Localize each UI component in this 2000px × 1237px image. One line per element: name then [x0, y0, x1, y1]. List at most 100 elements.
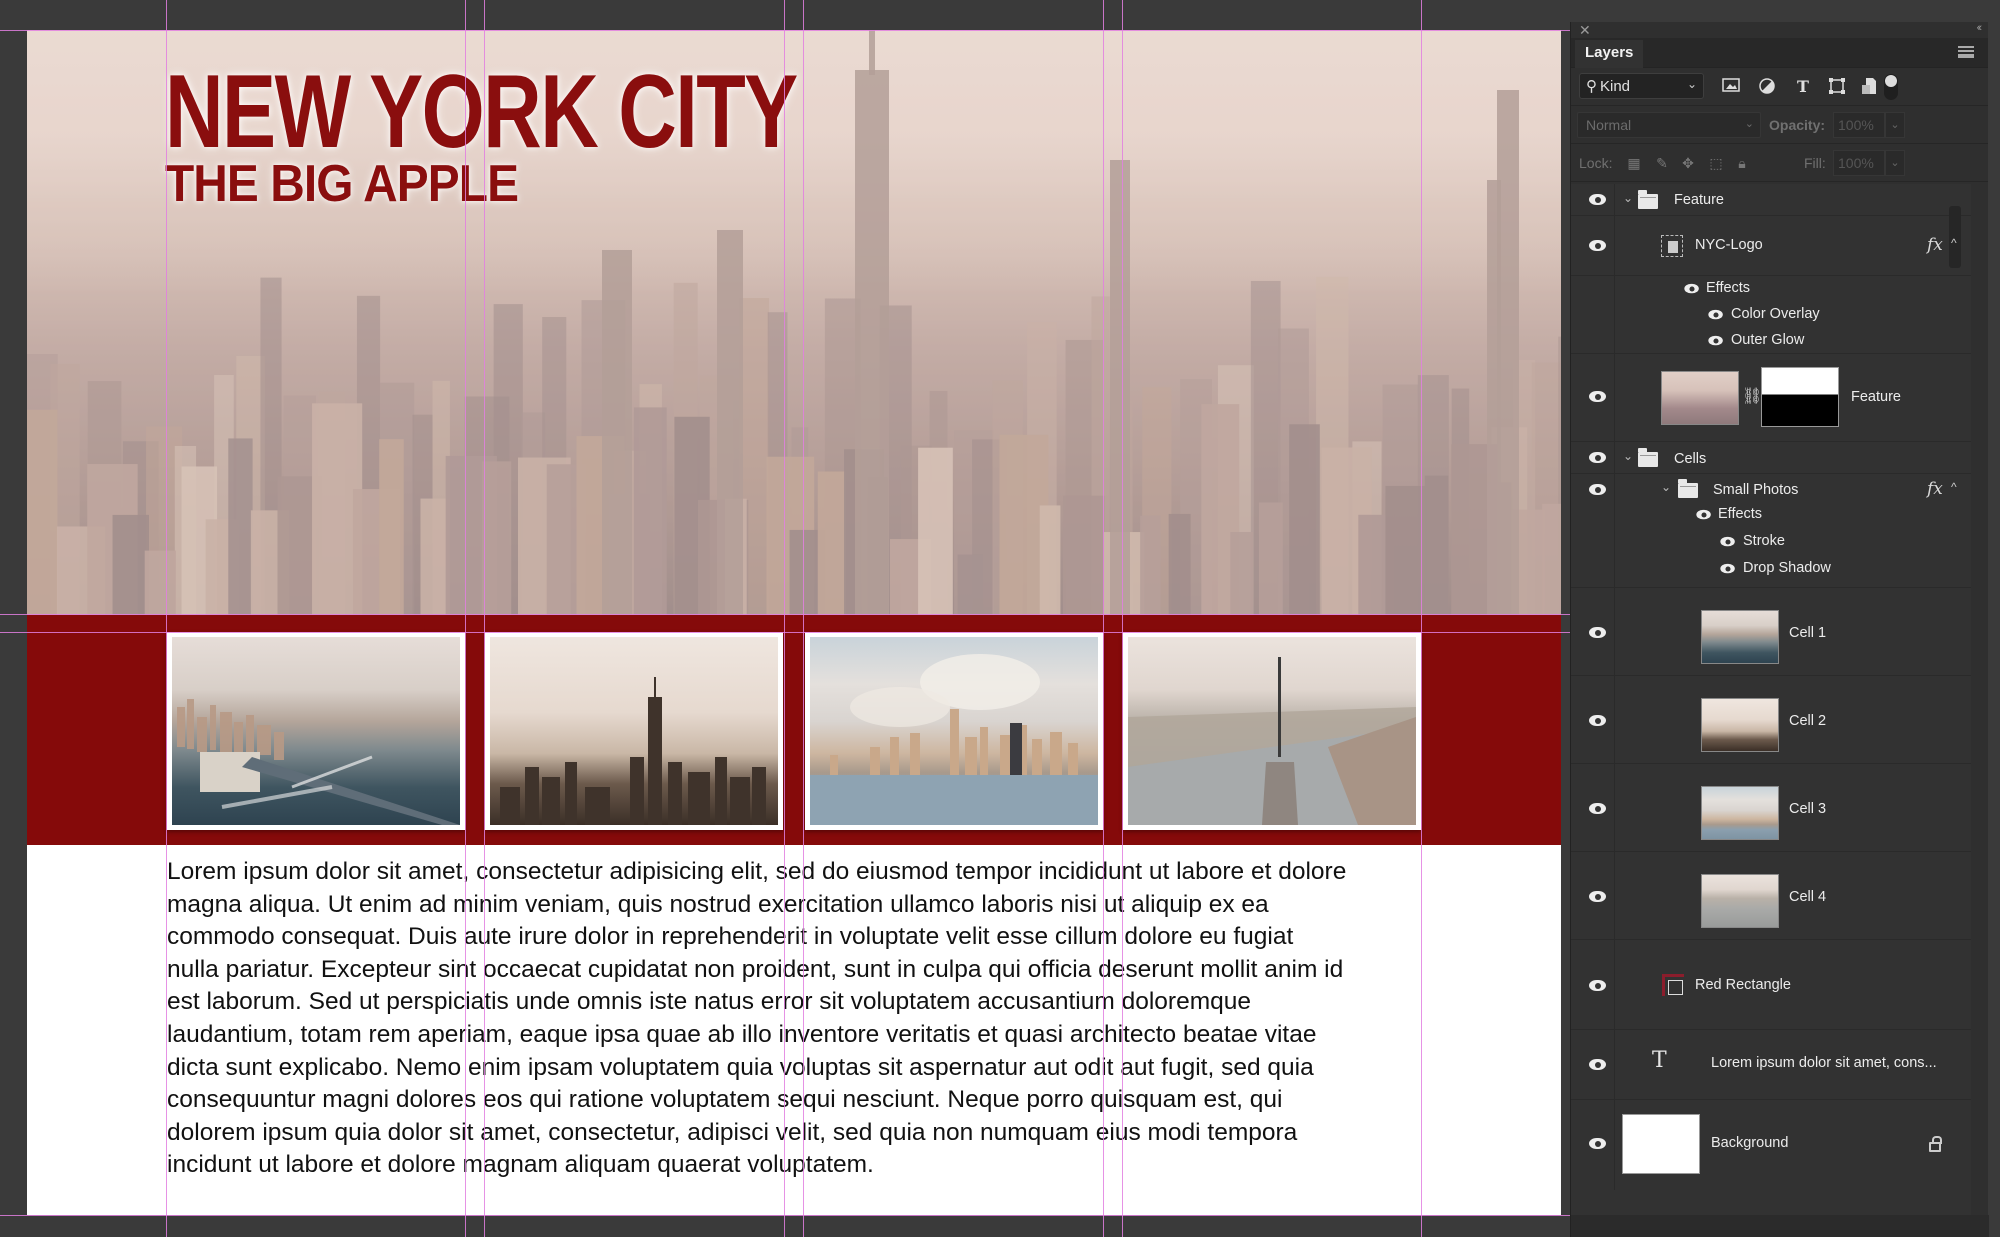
effect-stroke[interactable]: Stroke [1743, 533, 1785, 549]
guide-line [1122, 0, 1123, 1237]
image-filter-icon[interactable] [1721, 77, 1741, 97]
layer-row-cell-2[interactable]: Cell 2 [1571, 676, 1971, 764]
effects-label: Effects [1718, 506, 1763, 522]
layer-name: Red Rectangle [1695, 977, 1791, 993]
layer-effects-icon[interactable]: fx [1927, 235, 1943, 255]
cell-4-thumbnail [1701, 874, 1779, 928]
layer-name: NYC-Logo [1695, 237, 1763, 253]
visibility-eye-icon[interactable] [1587, 193, 1609, 207]
layer-row-cell-4[interactable]: Cell 4 [1571, 852, 1971, 940]
blend-mode-dropdown[interactable]: Normal ⌄ [1577, 112, 1761, 138]
mask-link-icon[interactable]: ⛓ [1742, 386, 1762, 406]
panel-tab-row: Layers [1571, 38, 1988, 68]
small-photos-effects: Effects Stroke Drop Shadow [1571, 506, 1971, 588]
outer-glow-eye-icon[interactable] [1707, 335, 1726, 347]
stroke-eye-icon[interactable] [1719, 536, 1738, 548]
layer-name: Cells [1674, 451, 1707, 467]
layer-effects-icon[interactable]: fx [1927, 479, 1943, 499]
close-panel-icon[interactable]: ✕ [1579, 22, 1591, 38]
lock-artboard-icon[interactable]: ⬚ [1707, 154, 1725, 172]
type-filter-icon[interactable]: T [1793, 77, 1813, 97]
layer-mask-thumbnail[interactable] [1761, 367, 1839, 427]
visibility-eye-icon[interactable] [1587, 451, 1609, 465]
visibility-eye-icon[interactable] [1587, 714, 1609, 728]
fill-input[interactable]: 100% [1833, 150, 1885, 176]
tab-layers[interactable]: Layers [1575, 40, 1644, 68]
visibility-column [1571, 276, 1615, 353]
expand-chevron-icon[interactable]: ⌄ [1661, 480, 1671, 494]
visibility-eye-icon[interactable] [1587, 390, 1609, 404]
brooklyn-bridge-photo [172, 637, 460, 825]
lock-image-pixels-icon[interactable]: ✎ [1653, 154, 1671, 172]
visibility-eye-icon[interactable] [1587, 626, 1609, 640]
layer-name: Cell 2 [1789, 713, 1827, 729]
collapse-effects-icon[interactable]: ^ [1951, 236, 1957, 250]
smart-object-filter-icon[interactable] [1859, 77, 1879, 97]
guide-line [0, 614, 1570, 615]
cell-2-thumbnail [1701, 698, 1779, 752]
feature-hero-image: NEW YORK CITY THE BIG APPLE [27, 30, 1561, 615]
lock-position-icon[interactable]: ✥ [1679, 154, 1697, 172]
layer-row-cells-group[interactable]: ⌄ Cells [1571, 442, 1971, 474]
fill-dropdown-button[interactable]: ⌄ [1885, 150, 1905, 176]
layer-row-small-photos-group[interactable]: ⌄ Small Photos fx ^ [1571, 474, 1971, 506]
filter-kind-dropdown[interactable]: ⚲ Kind ⌄ [1579, 73, 1704, 99]
cell-3-illustration [810, 654, 1098, 825]
layer-row-feature-group[interactable]: ⌄ Feature [1571, 184, 1971, 216]
effects-visibility-eye-icon[interactable] [1695, 509, 1714, 521]
visibility-eye-icon[interactable] [1587, 239, 1609, 253]
effect-drop-shadow[interactable]: Drop Shadow [1743, 560, 1831, 576]
layer-row-cell-1[interactable]: Cell 1 [1571, 588, 1971, 676]
layer-name: Cell 1 [1789, 625, 1827, 641]
visibility-eye-icon[interactable] [1587, 802, 1609, 816]
feature-thumbnail [1661, 371, 1739, 425]
collapse-effects-icon[interactable]: ^ [1951, 480, 1957, 494]
guide-line [166, 0, 167, 1237]
layer-row-feature[interactable]: ⛓ Feature [1571, 354, 1971, 442]
layer-name: Cell 4 [1789, 889, 1827, 905]
red-rectangle [27, 615, 1561, 845]
visibility-eye-icon[interactable] [1587, 1137, 1609, 1151]
guide-line [0, 30, 1570, 31]
guide-line [465, 0, 466, 1237]
collapse-panel-icon[interactable]: ‹‹ [1977, 22, 1983, 34]
filter-toggle-switch[interactable] [1884, 74, 1898, 100]
folder-icon [1638, 448, 1658, 467]
layer-row-text[interactable]: T Lorem ipsum dolor sit amet, cons... [1571, 1030, 1971, 1100]
effect-color-overlay[interactable]: Color Overlay [1731, 306, 1820, 322]
opacity-input[interactable]: 100% [1833, 112, 1885, 138]
layer-row-cell-3[interactable]: Cell 3 [1571, 764, 1971, 852]
color-overlay-eye-icon[interactable] [1707, 309, 1726, 321]
layer-row-nyc-logo[interactable]: NYC-Logo fx ^ [1571, 206, 1971, 276]
visibility-eye-icon[interactable] [1587, 890, 1609, 904]
shape-filter-icon[interactable] [1827, 77, 1847, 97]
guide-line [484, 0, 485, 1237]
effects-visibility-eye-icon[interactable] [1683, 283, 1702, 295]
lock-all-icon[interactable]: 🔒︎ [1733, 154, 1751, 172]
lock-row: Lock: ▦ ✎ ✥ ⬚ 🔒︎ Fill: 100% ⌄ [1571, 144, 1988, 182]
guide-line [1103, 0, 1104, 1237]
visibility-eye-icon[interactable] [1587, 979, 1609, 993]
visibility-eye-icon[interactable] [1587, 483, 1609, 497]
layer-row-background[interactable]: Background [1571, 1100, 1971, 1190]
layer-locked-icon [1929, 1136, 1942, 1152]
blend-row: Normal ⌄ Opacity: 100% ⌄ [1571, 106, 1988, 144]
document-canvas[interactable]: NEW YORK CITY THE BIG APPLE Lorem ipsum … [27, 30, 1561, 1215]
lorem-body-text[interactable]: Lorem ipsum dolor sit amet, consectetur … [167, 856, 1447, 1182]
opacity-dropdown-button[interactable]: ⌄ [1885, 112, 1905, 138]
panel-menu-icon[interactable] [1958, 46, 1974, 58]
cell-2-illustration [500, 677, 766, 825]
search-icon: ⚲ [1586, 78, 1597, 95]
layer-row-red-rectangle[interactable]: Red Rectangle [1571, 940, 1971, 1030]
effects-label: Effects [1706, 280, 1751, 296]
guide-line [784, 0, 785, 1237]
effect-outer-glow[interactable]: Outer Glow [1731, 332, 1804, 348]
lock-transparent-pixels-icon[interactable]: ▦ [1625, 154, 1643, 172]
adjustment-filter-icon[interactable] [1757, 77, 1777, 97]
expand-chevron-icon[interactable]: ⌄ [1623, 449, 1633, 463]
expand-chevron-icon[interactable]: ⌄ [1623, 191, 1633, 205]
guide-line [1421, 0, 1422, 1237]
guide-line [0, 1215, 1570, 1216]
drop-shadow-eye-icon[interactable] [1719, 563, 1738, 575]
visibility-eye-icon[interactable] [1587, 1058, 1609, 1072]
